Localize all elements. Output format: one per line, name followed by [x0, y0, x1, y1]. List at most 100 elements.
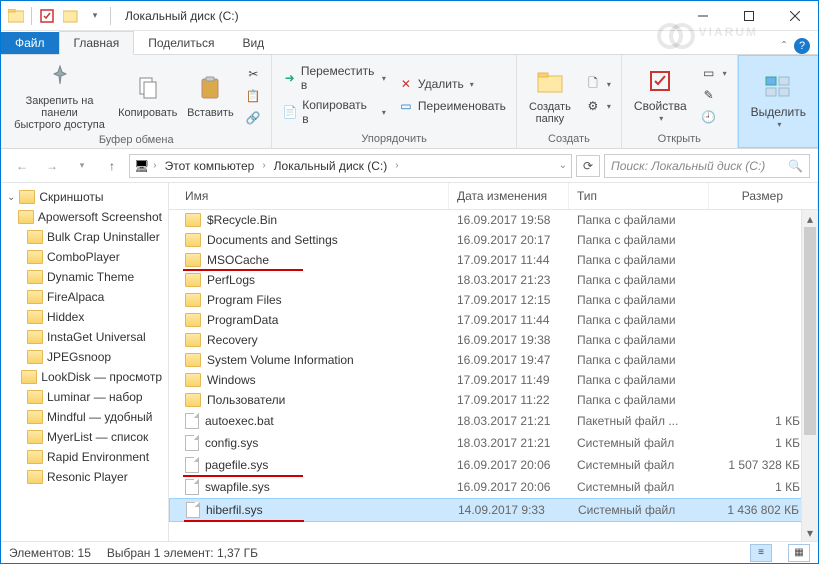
select-button[interactable]: Выделить▾ — [745, 69, 812, 133]
history-button[interactable]: 🕘 — [697, 107, 731, 127]
tree-item[interactable]: MyerList — список — [1, 427, 168, 447]
easyaccess-button[interactable]: ⚙▾ — [581, 96, 615, 116]
refresh-button[interactable]: ⟳ — [576, 155, 600, 177]
col-name[interactable]: Имя — [169, 183, 449, 209]
crumb-0[interactable]: Этот компьютер — [161, 159, 259, 173]
copypath-button[interactable]: 📋 — [241, 86, 265, 106]
tree-item[interactable]: FireAlpaca — [1, 287, 168, 307]
file-row[interactable]: ProgramData17.09.2017 11:44Папка с файла… — [169, 310, 818, 330]
tab-view[interactable]: Вид — [228, 32, 278, 54]
content: ⌄ Скриншоты Apowersoft ScreenshotBulk Cr… — [1, 183, 818, 541]
file-name: autoexec.bat — [205, 414, 274, 428]
qat-dropdown-icon[interactable]: ▾ — [84, 5, 106, 27]
forward-button[interactable]: → — [39, 153, 65, 179]
search-input[interactable] — [611, 159, 782, 173]
tree-item[interactable]: Mindful — удобный — [1, 407, 168, 427]
file-name: MSOCache — [207, 253, 269, 267]
paste-button[interactable]: Вставить — [183, 70, 237, 121]
nav-tree[interactable]: ⌄ Скриншоты Apowersoft ScreenshotBulk Cr… — [1, 183, 169, 541]
tree-item[interactable]: ComboPlayer — [1, 247, 168, 267]
files-body[interactable]: $Recycle.Bin16.09.2017 19:58Папка с файл… — [169, 210, 818, 541]
scroll-up-icon[interactable]: ▴ — [802, 210, 818, 227]
pin-icon — [44, 60, 76, 92]
help-icon[interactable]: ? — [794, 38, 810, 54]
delete-icon: ✕ — [398, 76, 414, 92]
back-button[interactable]: ← — [9, 153, 35, 179]
pin-button[interactable]: Закрепить на панели быстрого доступа — [7, 58, 112, 133]
file-type: Папка с файлами — [569, 211, 709, 229]
folder-icon — [27, 430, 43, 444]
search-icon: 🔍 — [788, 159, 803, 173]
recent-button[interactable]: ▾ — [69, 153, 95, 179]
properties-button[interactable]: Свойства▾ — [628, 63, 693, 127]
folder-icon — [27, 270, 43, 284]
copyto-button[interactable]: 📄Копировать в▾ — [278, 96, 390, 128]
up-button[interactable]: ↑ — [99, 153, 125, 179]
scroll-down-icon[interactable]: ▾ — [802, 524, 818, 541]
edit-button[interactable]: ✎ — [697, 85, 731, 105]
tree-item[interactable]: Hiddex — [1, 307, 168, 327]
tree-item[interactable]: Rapid Environment — [1, 447, 168, 467]
maximize-button[interactable] — [726, 1, 772, 31]
details-view-button[interactable]: ≡ — [750, 544, 772, 562]
file-row[interactable]: Program Files17.09.2017 12:15Папка с фай… — [169, 290, 818, 310]
window-title: Локальный диск (C:) — [117, 9, 680, 23]
newfolder-button[interactable]: Создать папку — [523, 64, 577, 127]
tab-home[interactable]: Главная — [59, 31, 135, 55]
address-bar[interactable]: 🖥 › Этот компьютер › Локальный диск (C:)… — [129, 154, 572, 178]
file-list: Имя Дата изменения Тип Размер $Recycle.B… — [169, 183, 818, 541]
crumb-1[interactable]: Локальный диск (C:) — [270, 159, 392, 173]
close-button[interactable] — [772, 1, 818, 31]
file-row[interactable]: swapfile.sys16.09.2017 20:06Системный фа… — [169, 476, 818, 498]
minimize-button[interactable] — [680, 1, 726, 31]
file-row[interactable]: MSOCache17.09.2017 11:44Папка с файлами — [169, 250, 818, 270]
col-date[interactable]: Дата изменения — [449, 183, 569, 209]
pasteshortcut-button[interactable]: 🔗 — [241, 108, 265, 128]
folder-icon — [27, 250, 43, 264]
newitem-button[interactable]: 🗋▾ — [581, 74, 615, 94]
col-size[interactable]: Размер — [709, 183, 818, 209]
delete-button[interactable]: ✕Удалить▾ — [394, 74, 510, 94]
col-type[interactable]: Тип — [569, 183, 709, 209]
file-row[interactable]: Пользователи17.09.2017 11:22Папка с файл… — [169, 390, 818, 410]
tab-share[interactable]: Поделиться — [134, 32, 228, 54]
file-row[interactable]: Documents and Settings16.09.2017 20:17Па… — [169, 230, 818, 250]
file-name: swapfile.sys — [205, 480, 270, 494]
copy-button[interactable]: Копировать — [116, 70, 179, 121]
addr-dropdown-icon[interactable]: ⌄ — [559, 160, 567, 171]
tab-file[interactable]: Файл — [1, 32, 59, 54]
scrollbar[interactable]: ▴ ▾ — [801, 210, 818, 541]
tree-item[interactable]: JPEGsnoop — [1, 347, 168, 367]
tree-root[interactable]: ⌄ Скриншоты — [1, 187, 168, 207]
file-row[interactable]: hiberfil.sys14.09.2017 9:33Системный фай… — [169, 498, 818, 522]
file-row[interactable]: config.sys18.03.2017 21:21Системный файл… — [169, 432, 818, 454]
tree-item[interactable]: InstaGet Universal — [1, 327, 168, 347]
file-row[interactable]: PerfLogs18.03.2017 21:23Папка с файлами — [169, 270, 818, 290]
tree-item[interactable]: Resonic Player — [1, 467, 168, 487]
tree-item[interactable]: Apowersoft Screenshot — [1, 207, 168, 227]
cut-button[interactable]: ✂ — [241, 64, 265, 84]
file-row[interactable]: System Volume Information16.09.2017 19:4… — [169, 350, 818, 370]
moveto-button[interactable]: ➜Переместить в▾ — [278, 62, 390, 94]
tree-item-label: ComboPlayer — [47, 250, 120, 264]
file-row[interactable]: Recovery16.09.2017 19:38Папка с файлами — [169, 330, 818, 350]
rename-button[interactable]: ▭Переименовать — [394, 96, 510, 116]
tree-item[interactable]: Bulk Crap Uninstaller — [1, 227, 168, 247]
file-row[interactable]: $Recycle.Bin16.09.2017 19:58Папка с файл… — [169, 210, 818, 230]
scroll-thumb[interactable] — [804, 227, 816, 435]
search-box[interactable]: 🔍 — [604, 154, 810, 178]
folder-icon — [185, 273, 201, 287]
tree-item[interactable]: Luminar — набор — [1, 387, 168, 407]
open-button[interactable]: ▭▾ — [697, 63, 731, 83]
tree-item[interactable]: LookDisk — просмотр — [1, 367, 168, 387]
icons-view-button[interactable]: ▦ — [788, 544, 810, 562]
file-row[interactable]: Windows17.09.2017 11:49Папка с файлами — [169, 370, 818, 390]
tree-item[interactable]: Dynamic Theme — [1, 267, 168, 287]
collapse-ribbon-icon[interactable]: ˆ — [782, 39, 786, 53]
path-icon: 📋 — [245, 88, 261, 104]
properties-qat-icon[interactable] — [36, 5, 58, 27]
file-row[interactable]: pagefile.sys16.09.2017 20:06Системный фа… — [169, 454, 818, 476]
newfolder-qat-icon[interactable] — [60, 5, 82, 27]
file-row[interactable]: autoexec.bat18.03.2017 21:21Пакетный фай… — [169, 410, 818, 432]
file-name: System Volume Information — [207, 353, 354, 367]
